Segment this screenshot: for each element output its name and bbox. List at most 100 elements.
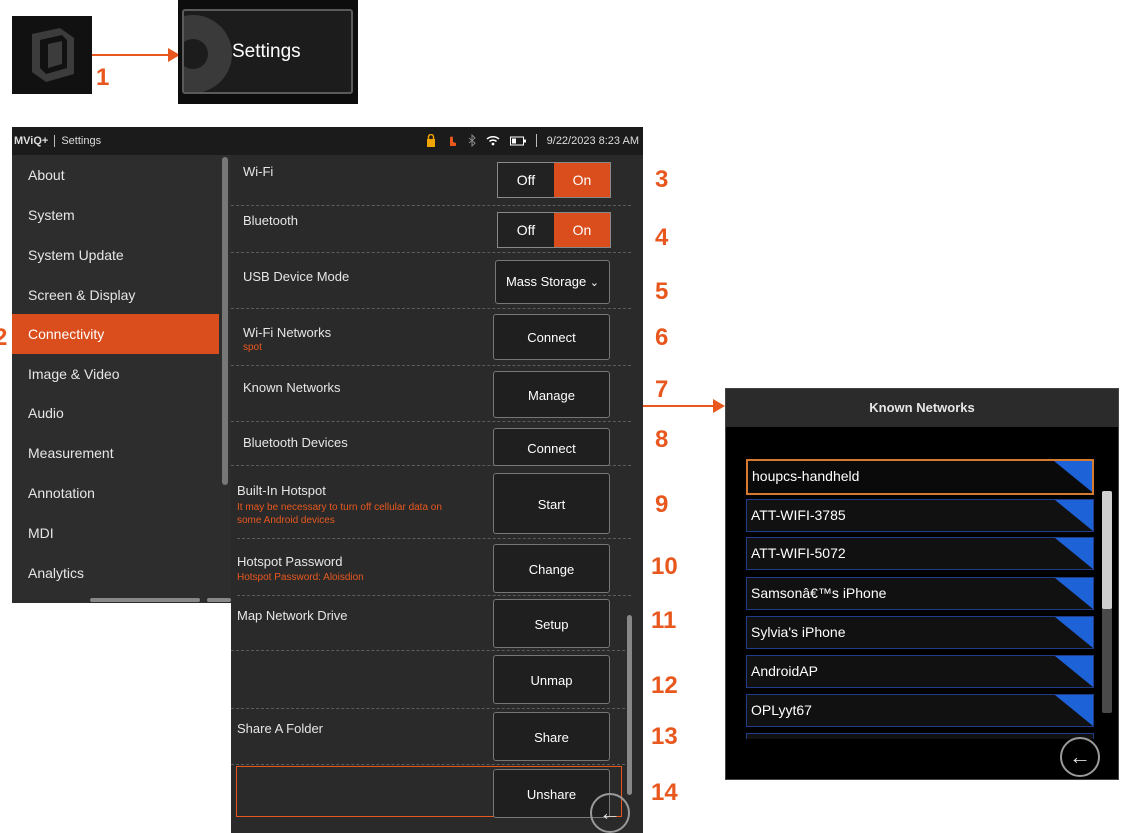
back-arrow-icon[interactable]: ← (1060, 737, 1100, 777)
wifi-toggle[interactable]: Off On (497, 162, 611, 198)
sidebar-item-image-video[interactable]: Image & Video (12, 354, 219, 394)
hotspot-row: Built-In Hotspot It may be necessary to … (237, 466, 631, 539)
settings-tile[interactable]: Settings (178, 0, 358, 104)
network-corner-icon (1055, 538, 1093, 569)
wifi-networks-current: spot (243, 342, 262, 353)
known-network-item[interactable]: OPLyyt67 (746, 694, 1094, 727)
sidebar-item-analytics[interactable]: Analytics (12, 553, 219, 593)
known-network-item-partial (746, 733, 1094, 739)
wifi-networks-row: Wi-Fi Networks spot Connect (231, 309, 631, 366)
known-network-item[interactable]: Samsonâ€™s iPhone (746, 577, 1094, 610)
network-corner-icon (1055, 695, 1093, 726)
hotspot-password-label: Hotspot Password (237, 554, 343, 569)
map-drive-row: Map Network Drive Setup (231, 596, 625, 651)
share-button[interactable]: Share (493, 712, 610, 761)
network-corner-icon (1054, 461, 1092, 492)
bluetooth-toggle[interactable]: Off On (497, 212, 611, 248)
manage-networks-button[interactable]: Manage (493, 371, 610, 418)
known-network-item[interactable]: ATT-WIFI-5072 (746, 537, 1094, 570)
step-8-label: 8 (655, 426, 669, 453)
wifi-connect-button[interactable]: Connect (493, 314, 610, 360)
sidebar-item-annotation[interactable]: Annotation (12, 473, 219, 513)
bluetooth-connect-button[interactable]: Connect (493, 428, 610, 466)
step-6-label: 6 (655, 324, 669, 351)
section-title: Settings (61, 135, 102, 147)
network-name: ATT-WIFI-5072 (751, 545, 846, 561)
sidebar-item-screen-display[interactable]: Screen & Display (12, 275, 219, 315)
network-corner-icon (1055, 617, 1093, 648)
step-9-label: 9 (655, 491, 669, 518)
sidebar-item-connectivity[interactable]: Connectivity (12, 314, 219, 354)
network-corner-icon (1055, 500, 1093, 531)
map-drive-label: Map Network Drive (237, 608, 348, 623)
network-name: ATT-WIFI-3785 (751, 507, 846, 523)
arrow-to-known-networks (643, 405, 717, 407)
bluetooth-row: Bluetooth Off On (231, 206, 631, 253)
sidebar-item-system[interactable]: System (12, 195, 219, 235)
app-name: MViQ+ (14, 135, 49, 147)
touch-icon (449, 136, 456, 146)
sidebar-item-audio[interactable]: Audio (12, 393, 219, 433)
map-drive-setup-button[interactable]: Setup (493, 599, 610, 648)
sidebar-hscroll-end (207, 598, 231, 602)
known-network-item[interactable]: ATT-WIFI-3785 (746, 499, 1094, 532)
step-7-label: 7 (655, 376, 669, 403)
unmap-button[interactable]: Unmap (493, 655, 610, 704)
app-launcher-icon[interactable] (12, 16, 92, 94)
hotspot-note-2: some Android devices (237, 515, 335, 526)
bluetooth-on-option[interactable]: On (554, 213, 610, 247)
step-11-label: 11 (651, 607, 677, 634)
sidebar-item-system-update[interactable]: System Update (12, 235, 219, 275)
known-networks-label: Known Networks (243, 380, 341, 395)
network-name: OPLyyt67 (751, 702, 812, 718)
wifi-on-option[interactable]: On (554, 163, 610, 197)
bluetooth-label: Bluetooth (243, 213, 298, 228)
content-scrollbar[interactable] (627, 615, 632, 795)
wifi-off-option[interactable]: Off (498, 163, 554, 197)
bluetooth-devices-row: Bluetooth Devices Connect (231, 422, 631, 466)
wifi-icon (486, 135, 500, 146)
unmap-row: Unmap (231, 651, 625, 709)
hotspot-password-change-button[interactable]: Change (493, 544, 610, 593)
bluetooth-off-option[interactable]: Off (498, 213, 554, 247)
back-arrow-icon[interactable]: ← (590, 793, 630, 833)
step-4-label: 4 (655, 224, 669, 251)
known-networks-scrollbar[interactable] (1102, 491, 1112, 713)
network-corner-icon (1055, 656, 1093, 687)
share-folder-label: Share A Folder (237, 721, 323, 736)
gear-icon (184, 15, 232, 92)
sidebar-item-about[interactable]: About (12, 155, 219, 195)
datetime: 9/22/2023 8:23 AM (546, 134, 639, 147)
step-13-label: 13 (651, 723, 678, 750)
settings-tile-label: Settings (232, 41, 301, 62)
step-1-label: 1 (96, 64, 110, 91)
network-name: houpcs-handheld (752, 468, 860, 484)
share-folder-row: Share A Folder Share (231, 709, 625, 765)
wifi-label: Wi-Fi (243, 164, 274, 179)
hotspot-password-value: Hotspot Password: Aloisdion (237, 572, 364, 583)
step-12-label: 12 (651, 672, 678, 699)
arrow-head-icon (713, 399, 725, 413)
status-bar: MViQ+ Settings 9/22/2023 8:23 AM (12, 127, 643, 155)
usb-mode-select[interactable]: Mass Storage ⌄ (495, 260, 610, 304)
arrow-to-settings (92, 54, 174, 56)
step-14-label: 14 (651, 779, 678, 806)
hotspot-start-button[interactable]: Start (493, 473, 610, 534)
known-network-item[interactable]: Sylvia's iPhone (746, 616, 1094, 649)
sidebar-scrollbar[interactable] (222, 157, 228, 485)
usb-label: USB Device Mode (243, 269, 350, 284)
known-network-item[interactable]: AndroidAP (746, 655, 1094, 688)
network-name: AndroidAP (751, 663, 818, 679)
usb-mode-value: Mass Storage (505, 274, 587, 289)
bluetooth-icon (468, 134, 476, 147)
wifi-row: Wi-Fi Off On (231, 155, 631, 206)
network-name: Sylvia's iPhone (751, 624, 846, 640)
sidebar-item-mdi[interactable]: MDI (12, 513, 219, 553)
sidebar-item-measurement[interactable]: Measurement (12, 433, 219, 473)
known-network-item[interactable]: houpcs-handheld (746, 459, 1094, 495)
sidebar-hscroll (90, 598, 200, 602)
scrollbar-thumb[interactable] (1102, 491, 1112, 609)
chevron-down-icon: ⌄ (589, 277, 600, 289)
step-3-label: 3 (655, 166, 669, 193)
connectivity-settings-panel: Wi-Fi Off On Bluetooth Off On USB Device… (231, 155, 643, 833)
